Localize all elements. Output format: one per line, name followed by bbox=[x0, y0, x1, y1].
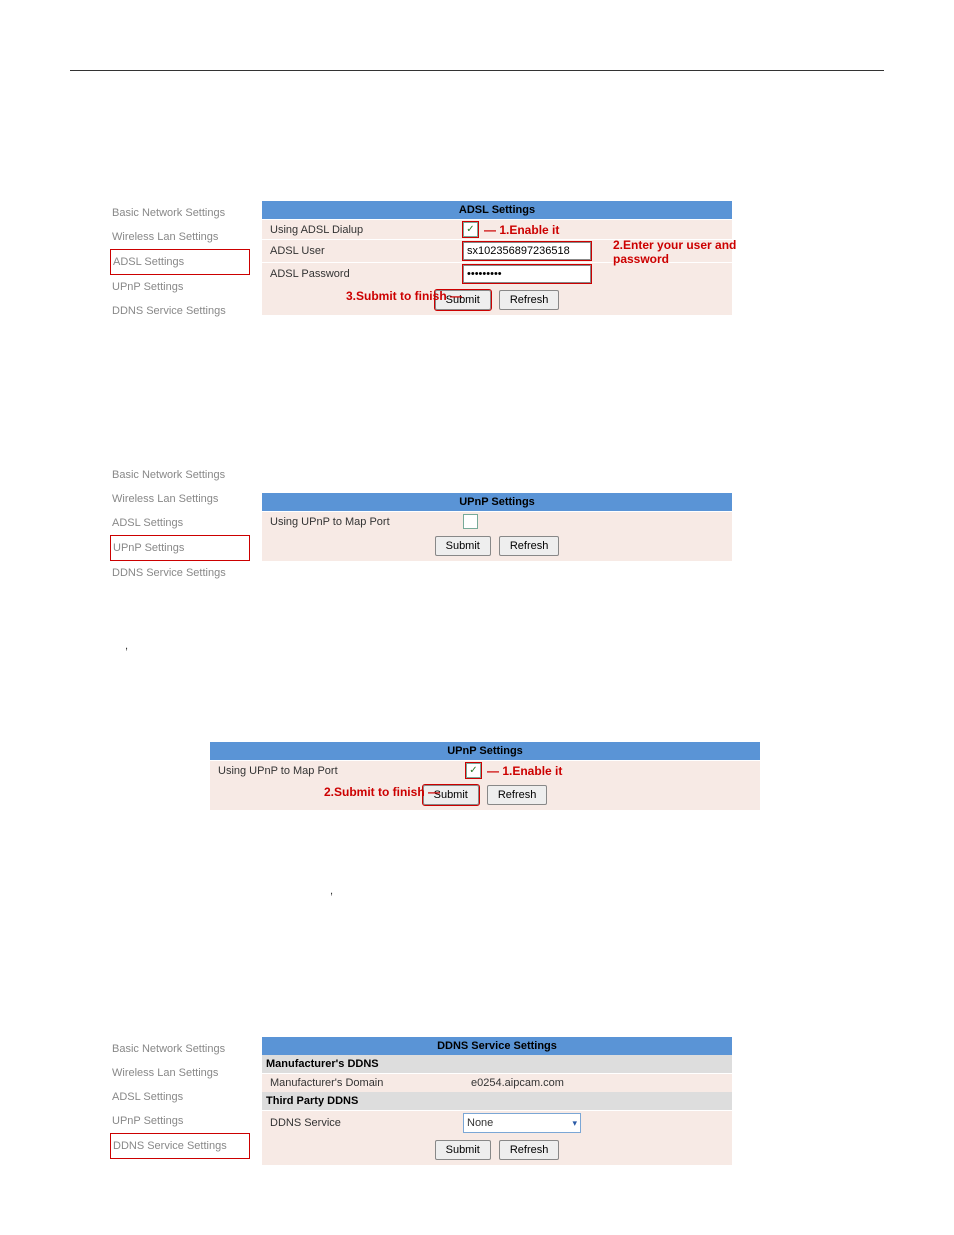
nav-wireless[interactable]: Wireless Lan Settings bbox=[110, 225, 250, 249]
upnp-map-label: Using UPnP to Map Port bbox=[262, 513, 463, 531]
annotation-submit-1: 3.Submit to finish — bbox=[346, 289, 462, 303]
nav-basic-2[interactable]: Basic Network Settings bbox=[110, 463, 250, 487]
nav-ddns[interactable]: DDNS Service Settings bbox=[110, 299, 250, 323]
divider-line bbox=[70, 70, 884, 71]
adsl-refresh-button[interactable]: Refresh bbox=[499, 290, 560, 310]
ddns-submit-button[interactable]: Submit bbox=[435, 1140, 491, 1160]
ddns-settings-panel: DDNS Service Settings Manufacturer's DDN… bbox=[262, 1037, 732, 1165]
upnp-title: UPnP Settings bbox=[262, 493, 732, 511]
upnp-submit-button[interactable]: Submit bbox=[435, 536, 491, 556]
ddns-service-selected: None bbox=[467, 1117, 493, 1129]
ddns-service-select[interactable]: None ▾ bbox=[463, 1113, 581, 1133]
ddns-third-header: Third Party DDNS bbox=[262, 1092, 732, 1110]
adsl-title: ADSL Settings bbox=[262, 201, 732, 219]
adsl-dialup-checkbox[interactable]: ✓ bbox=[463, 222, 478, 237]
upnp-refresh-button[interactable]: Refresh bbox=[499, 536, 560, 556]
nav-menu-1: Basic Network Settings Wireless Lan Sett… bbox=[110, 201, 250, 323]
nav-ddns-3[interactable]: DDNS Service Settings bbox=[110, 1133, 250, 1159]
nav-wireless-3[interactable]: Wireless Lan Settings bbox=[110, 1061, 250, 1085]
upnp-refresh-button-2[interactable]: Refresh bbox=[487, 785, 548, 805]
nav-wireless-2[interactable]: Wireless Lan Settings bbox=[110, 487, 250, 511]
ddns-refresh-button[interactable]: Refresh bbox=[499, 1140, 560, 1160]
annotation-enable-1: — 1.Enable it bbox=[484, 223, 559, 237]
chevron-down-icon: ▾ bbox=[572, 1118, 577, 1129]
nav-adsl[interactable]: ADSL Settings bbox=[110, 249, 250, 275]
annotation-submit-2: 2.Submit to finish — bbox=[324, 785, 440, 799]
nav-upnp-3[interactable]: UPnP Settings bbox=[110, 1109, 250, 1133]
upnp-map-checkbox-2[interactable]: ✓ bbox=[466, 763, 481, 778]
nav-adsl-2[interactable]: ADSL Settings bbox=[110, 511, 250, 535]
ddns-manuf-domain-label: Manufacturer's Domain bbox=[262, 1074, 463, 1092]
ddns-title: DDNS Service Settings bbox=[262, 1037, 732, 1055]
stray-comma-2: , bbox=[330, 885, 954, 897]
upnp-map-checkbox[interactable] bbox=[463, 514, 478, 529]
upnp-title-2: UPnP Settings bbox=[210, 742, 760, 760]
nav-basic[interactable]: Basic Network Settings bbox=[110, 201, 250, 225]
ddns-service-label: DDNS Service bbox=[262, 1114, 463, 1132]
upnp-map-label-2: Using UPnP to Map Port bbox=[210, 762, 466, 780]
ddns-manuf-header: Manufacturer's DDNS bbox=[262, 1055, 732, 1073]
nav-upnp-2[interactable]: UPnP Settings bbox=[110, 535, 250, 561]
nav-upnp[interactable]: UPnP Settings bbox=[110, 275, 250, 299]
nav-adsl-3[interactable]: ADSL Settings bbox=[110, 1085, 250, 1109]
nav-ddns-2[interactable]: DDNS Service Settings bbox=[110, 561, 250, 585]
nav-menu-2: Basic Network Settings Wireless Lan Sett… bbox=[110, 463, 250, 585]
adsl-user-label: ADSL User bbox=[262, 242, 463, 260]
nav-basic-3[interactable]: Basic Network Settings bbox=[110, 1037, 250, 1061]
adsl-dialup-label: Using ADSL Dialup bbox=[262, 221, 463, 239]
adsl-settings-panel: ADSL Settings Using ADSL Dialup ✓ — 1.En… bbox=[262, 201, 732, 315]
adsl-user-input[interactable] bbox=[463, 242, 591, 260]
adsl-pass-input[interactable] bbox=[463, 265, 591, 283]
stray-comma-1: , bbox=[125, 640, 954, 652]
ddns-manuf-domain-value: e0254.aipcam.com bbox=[463, 1074, 732, 1092]
adsl-pass-label: ADSL Password bbox=[262, 265, 463, 283]
upnp-settings-panel-large: UPnP Settings Using UPnP to Map Port ✓ —… bbox=[210, 742, 760, 810]
upnp-settings-panel: UPnP Settings Using UPnP to Map Port Sub… bbox=[262, 493, 732, 561]
nav-menu-3: Basic Network Settings Wireless Lan Sett… bbox=[110, 1037, 250, 1159]
annotation-enable-2: — 1.Enable it bbox=[487, 764, 562, 778]
